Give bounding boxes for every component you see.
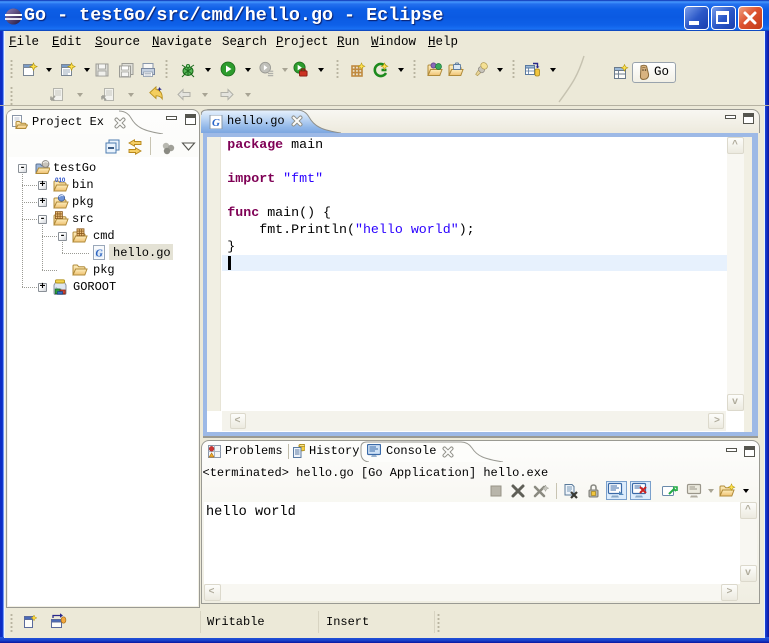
svg-text:G: G — [212, 117, 220, 129]
